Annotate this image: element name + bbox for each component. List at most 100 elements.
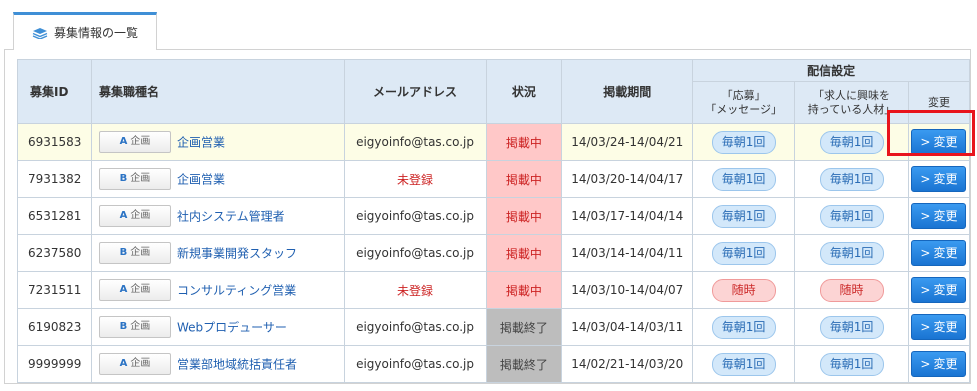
- cell-mail: eigyoinfo@tas.co.jp: [343, 345, 487, 383]
- interest-frequency-pill[interactable]: 毎朝1回: [819, 130, 884, 154]
- job-title-link[interactable]: 社内システム管理者: [177, 210, 285, 224]
- change-button[interactable]: > 変更: [911, 203, 967, 229]
- job-title-link[interactable]: 新規事業開発スタッフ: [177, 247, 297, 261]
- apply-frequency-pill[interactable]: 随時: [711, 278, 776, 302]
- cell-apply: 毎朝1回: [692, 345, 796, 383]
- cell-apply: 毎朝1回: [692, 160, 796, 198]
- header-apply: 「応募」 「メッセージ」: [692, 81, 796, 124]
- header-mail: メールアドレス: [343, 59, 487, 124]
- type-tag-text: 企画: [130, 358, 151, 369]
- type-tag-button[interactable]: B 企画: [98, 242, 171, 264]
- job-title-link[interactable]: コンサルティング営業: [177, 284, 296, 298]
- change-button-label: 変更: [933, 283, 958, 297]
- cell-name: A 企画 企画営業: [90, 123, 345, 161]
- status-badge: 掲載終了: [485, 345, 563, 383]
- status-badge: 掲載終了: [485, 308, 563, 346]
- type-tag-text: 企画: [130, 210, 151, 221]
- change-button-label: 変更: [933, 209, 958, 223]
- apply-frequency-pill[interactable]: 毎朝1回: [711, 315, 776, 339]
- cell-change: > 変更: [907, 271, 971, 309]
- job-title-link[interactable]: Webプロデューサー: [177, 321, 287, 335]
- type-tag-text: 企画: [130, 173, 151, 184]
- cell-apply: 毎朝1回: [692, 123, 796, 161]
- interest-frequency-pill[interactable]: 随時: [819, 278, 884, 302]
- apply-frequency-pill[interactable]: 毎朝1回: [711, 130, 776, 154]
- type-tag-button[interactable]: A 企画: [98, 131, 171, 153]
- cell-name: A 企画 営業部地域統括責任者: [90, 345, 345, 383]
- cell-change: > 変更: [907, 308, 971, 346]
- type-tag-button[interactable]: B 企画: [98, 168, 171, 190]
- cell-name: B 企画 企画営業: [90, 160, 345, 198]
- cell-apply: 毎朝1回: [692, 308, 796, 346]
- chevron-right-icon: >: [920, 209, 931, 223]
- type-tag-button[interactable]: A 企画: [98, 279, 171, 301]
- cell-id: 9999999: [17, 345, 92, 383]
- type-tag-letter: A: [119, 136, 128, 147]
- job-title-link[interactable]: 企画営業: [177, 173, 225, 187]
- job-list-table: 募集ID 募集職種名 メールアドレス 状況 掲載期間 配信設定 「応募」 「メッ…: [17, 59, 971, 383]
- interest-frequency-pill[interactable]: 毎朝1回: [819, 204, 884, 228]
- cell-id: 6931583: [17, 123, 92, 161]
- job-title-link[interactable]: 企画営業: [177, 136, 225, 150]
- apply-frequency-pill[interactable]: 毎朝1回: [711, 241, 776, 265]
- chevron-right-icon: >: [920, 172, 931, 186]
- cell-id: 6237580: [17, 234, 92, 272]
- status-badge: 掲載中: [485, 160, 563, 198]
- cell-name: B 企画 新規事業開発スタッフ: [90, 234, 345, 272]
- cell-change: > 変更: [907, 234, 971, 272]
- header-row: 募集ID 募集職種名 メールアドレス 状況 掲載期間 配信設定: [17, 59, 970, 124]
- job-title-link[interactable]: 営業部地域統括責任者: [177, 358, 297, 372]
- header-name: 募集職種名: [90, 59, 345, 124]
- cell-apply: 毎朝1回: [692, 234, 796, 272]
- change-button[interactable]: > 変更: [911, 240, 967, 266]
- cell-id: 7931382: [17, 160, 92, 198]
- header-apply-line1: 「応募」: [721, 88, 766, 102]
- cell-period: 14/03/20-14/04/17: [561, 160, 694, 198]
- interest-frequency-pill[interactable]: 毎朝1回: [819, 241, 884, 265]
- status-badge: 掲載中: [485, 234, 563, 272]
- header-status: 状況: [485, 59, 563, 124]
- change-button-label: 変更: [933, 172, 958, 186]
- type-tag-text: 企画: [130, 136, 151, 147]
- type-tag-button[interactable]: A 企画: [98, 353, 171, 375]
- cell-period: 14/03/14-14/04/11: [561, 234, 694, 272]
- table-row: 6190823 B 企画 Webプロデューサー eigyoinfo@tas.co.jp 掲…: [17, 308, 971, 346]
- header-apply-line2: 「メッセージ」: [705, 102, 783, 116]
- change-button[interactable]: > 変更: [911, 314, 967, 340]
- interest-frequency-pill[interactable]: 毎朝1回: [819, 315, 884, 339]
- change-button[interactable]: > 変更: [911, 277, 967, 303]
- cell-interest: 毎朝1回: [794, 308, 909, 346]
- header-interest-line1: 「求人に興味を: [813, 88, 891, 102]
- type-tag-button[interactable]: B 企画: [98, 316, 171, 338]
- type-tag-letter: A: [119, 284, 128, 295]
- highlight-box: [887, 110, 975, 156]
- type-tag-letter: A: [119, 210, 128, 221]
- cell-change: > 変更: [907, 345, 971, 383]
- chevron-right-icon: >: [920, 357, 931, 371]
- apply-frequency-pill[interactable]: 毎朝1回: [711, 352, 776, 376]
- apply-frequency-pill[interactable]: 毎朝1回: [711, 204, 776, 228]
- cell-name: A 企画 社内システム管理者: [90, 197, 345, 235]
- type-tag-letter: B: [119, 321, 128, 332]
- type-tag-button[interactable]: A 企画: [98, 205, 171, 227]
- change-button[interactable]: > 変更: [911, 351, 967, 377]
- change-button[interactable]: > 変更: [911, 166, 967, 192]
- chevron-right-icon: >: [920, 320, 931, 334]
- interest-frequency-pill[interactable]: 毎朝1回: [819, 352, 884, 376]
- cell-period: 14/02/21-14/03/20: [561, 345, 694, 383]
- type-tag-text: 企画: [130, 284, 151, 295]
- interest-frequency-pill[interactable]: 毎朝1回: [819, 167, 884, 191]
- cell-name: B 企画 Webプロデューサー: [90, 308, 345, 346]
- cell-apply: 随時: [692, 271, 796, 309]
- type-tag-letter: B: [119, 247, 128, 258]
- tab-job-list[interactable]: 募集情報の一覧: [13, 12, 157, 50]
- status-badge: 掲載中: [485, 123, 563, 161]
- change-button-label: 変更: [933, 320, 958, 334]
- table-row: 9999999 A 企画 営業部地域統括責任者 eigyoinfo@tas.co.jp 掲…: [17, 345, 971, 383]
- cell-interest: 毎朝1回: [794, 345, 909, 383]
- tab-label: 募集情報の一覧: [54, 26, 139, 40]
- stack-icon: [32, 27, 48, 40]
- chevron-right-icon: >: [920, 246, 931, 260]
- type-tag-letter: A: [119, 358, 128, 369]
- apply-frequency-pill[interactable]: 毎朝1回: [711, 167, 776, 191]
